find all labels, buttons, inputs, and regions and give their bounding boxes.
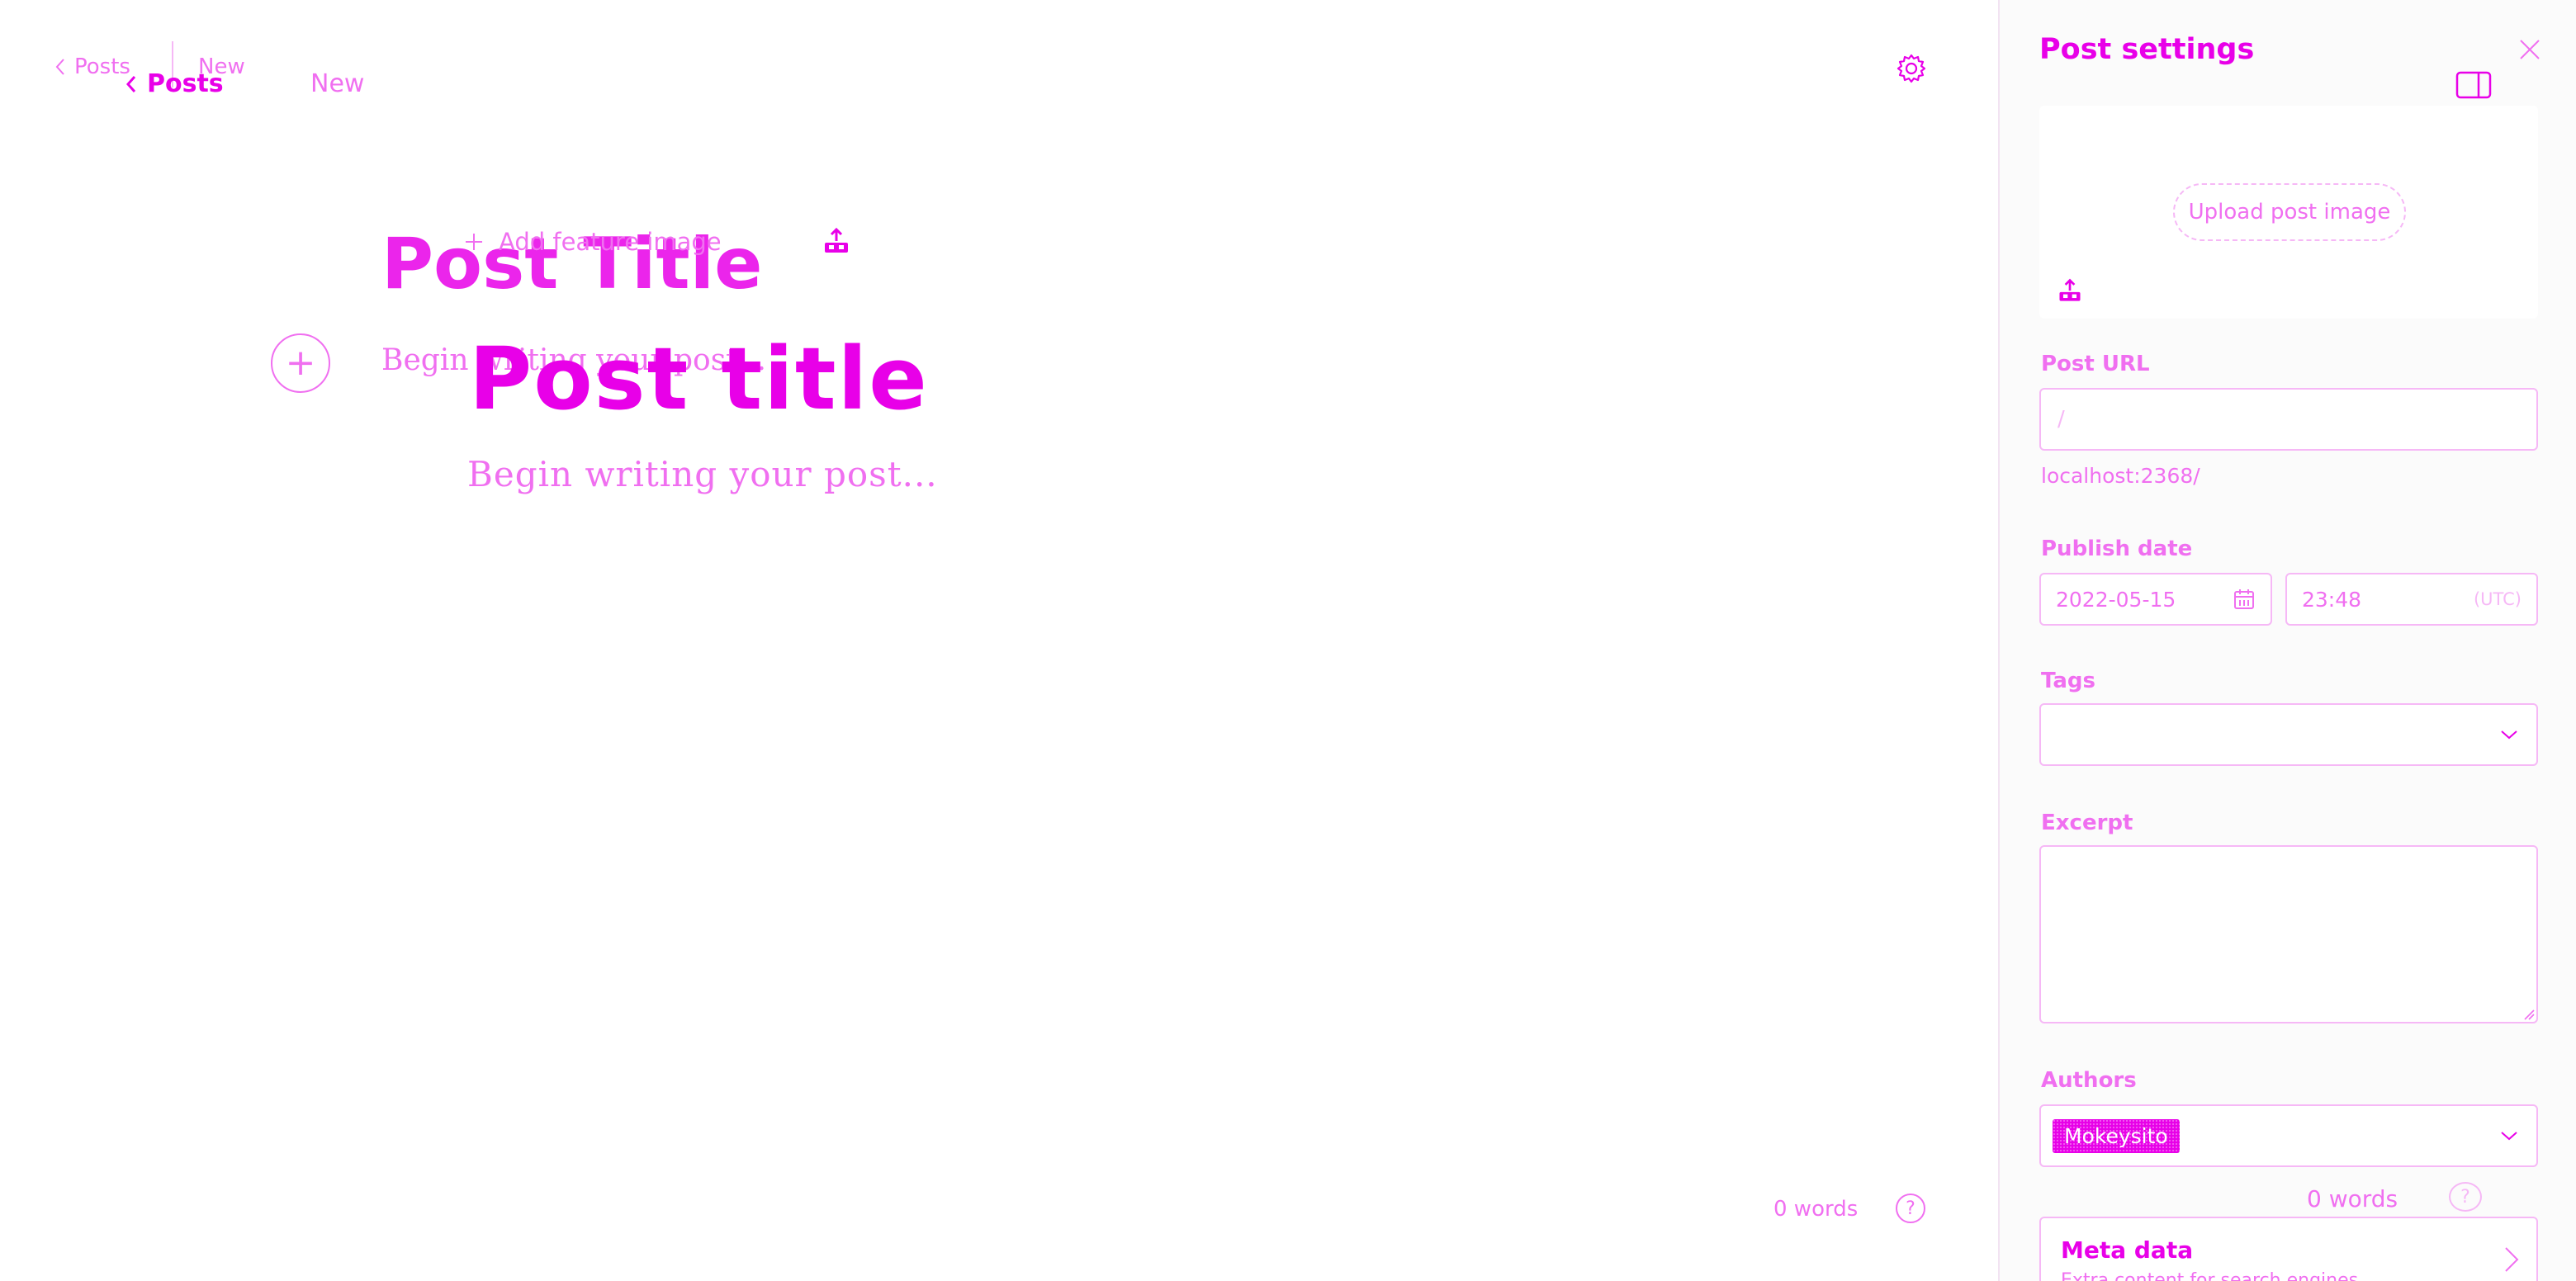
post-status: New: [310, 69, 365, 98]
close-panel-button[interactable]: [2517, 36, 2543, 63]
authors-label: Authors: [2041, 1068, 2137, 1093]
post-url-label: Post URL: [2041, 352, 2150, 376]
publish-date-label: Publish date: [2041, 537, 2193, 561]
add-feature-image-label: Add feature image: [499, 228, 722, 256]
nav-back-label: Posts: [74, 54, 130, 79]
tags-label: Tags: [2041, 669, 2096, 693]
help-icon: ?: [1906, 1198, 1915, 1219]
authors-select[interactable]: Mokeysito: [2039, 1104, 2538, 1167]
image-upload-icon: [2059, 278, 2081, 301]
add-feature-image-button[interactable]: Add feature image: [464, 228, 722, 256]
meta-data-card[interactable]: Meta data Extra content for search engin…: [2039, 1217, 2538, 1281]
meta-data-title: Meta data: [2061, 1236, 2194, 1264]
publish-date-value: 2022-05-15: [2056, 587, 2176, 612]
tags-select[interactable]: [2039, 703, 2538, 766]
meta-data-open[interactable]: [2502, 1245, 2522, 1274]
close-icon: [2520, 40, 2540, 59]
breadcrumb-posts-label: Posts: [147, 69, 224, 98]
nav-back-link[interactable]: Posts: [54, 54, 130, 79]
post-body-input[interactable]: Begin writing your post...: [467, 454, 938, 494]
publish-time-input[interactable]: 23:48 (UTC): [2285, 573, 2538, 626]
breadcrumb-posts-link[interactable]: Posts: [125, 69, 224, 98]
publish-time-value: 23:48: [2302, 587, 2362, 612]
post-url-input[interactable]: /: [2039, 388, 2538, 451]
word-count: 0 words: [1773, 1197, 1859, 1222]
timezone-label: (UTC): [2473, 589, 2522, 609]
sidebar-toggle-icon: [2455, 71, 2492, 99]
excerpt-textarea[interactable]: [2039, 845, 2538, 1023]
panel-help-button[interactable]: ?: [2449, 1182, 2482, 1212]
panel-title: Post settings: [2039, 33, 2255, 66]
publish-date-input[interactable]: 2022-05-15: [2039, 573, 2272, 626]
chevron-down-icon: [2501, 730, 2517, 740]
chevron-right-icon: [2505, 1247, 2519, 1272]
post-url-value: /: [2057, 407, 2065, 432]
settings-gear-button[interactable]: [1896, 53, 1927, 84]
help-icon: ?: [2460, 1186, 2470, 1208]
add-card-button[interactable]: +: [271, 333, 330, 393]
sidebar-toggle-button[interactable]: [2455, 71, 2492, 99]
upload-post-image-button[interactable]: Upload post image: [2173, 183, 2406, 241]
plus-icon: [466, 234, 482, 250]
resize-handle[interactable]: [2522, 1007, 2535, 1020]
author-token[interactable]: Mokeysito: [2053, 1118, 2180, 1153]
panel-word-count: 0 words: [2307, 1185, 2398, 1212]
post-url-preview: localhost:2368/: [2041, 464, 2200, 488]
calendar-icon: [2234, 589, 2254, 609]
excerpt-label: Excerpt: [2041, 811, 2133, 835]
chevron-left-icon: [125, 75, 136, 92]
help-button[interactable]: ?: [1896, 1194, 1925, 1223]
gear-icon: [1896, 54, 1926, 83]
meta-data-subtitle: Extra content for search engines: [2061, 1270, 2359, 1281]
post-image-upload-button[interactable]: [2056, 277, 2084, 305]
image-upload-icon: [825, 227, 848, 253]
chevron-down-icon: [2501, 1132, 2517, 1141]
post-title-input[interactable]: Post title: [469, 329, 929, 429]
chevron-left-icon: [55, 59, 64, 75]
resize-grip-icon: [2524, 1009, 2535, 1020]
feature-image-upload-button[interactable]: [821, 226, 852, 258]
